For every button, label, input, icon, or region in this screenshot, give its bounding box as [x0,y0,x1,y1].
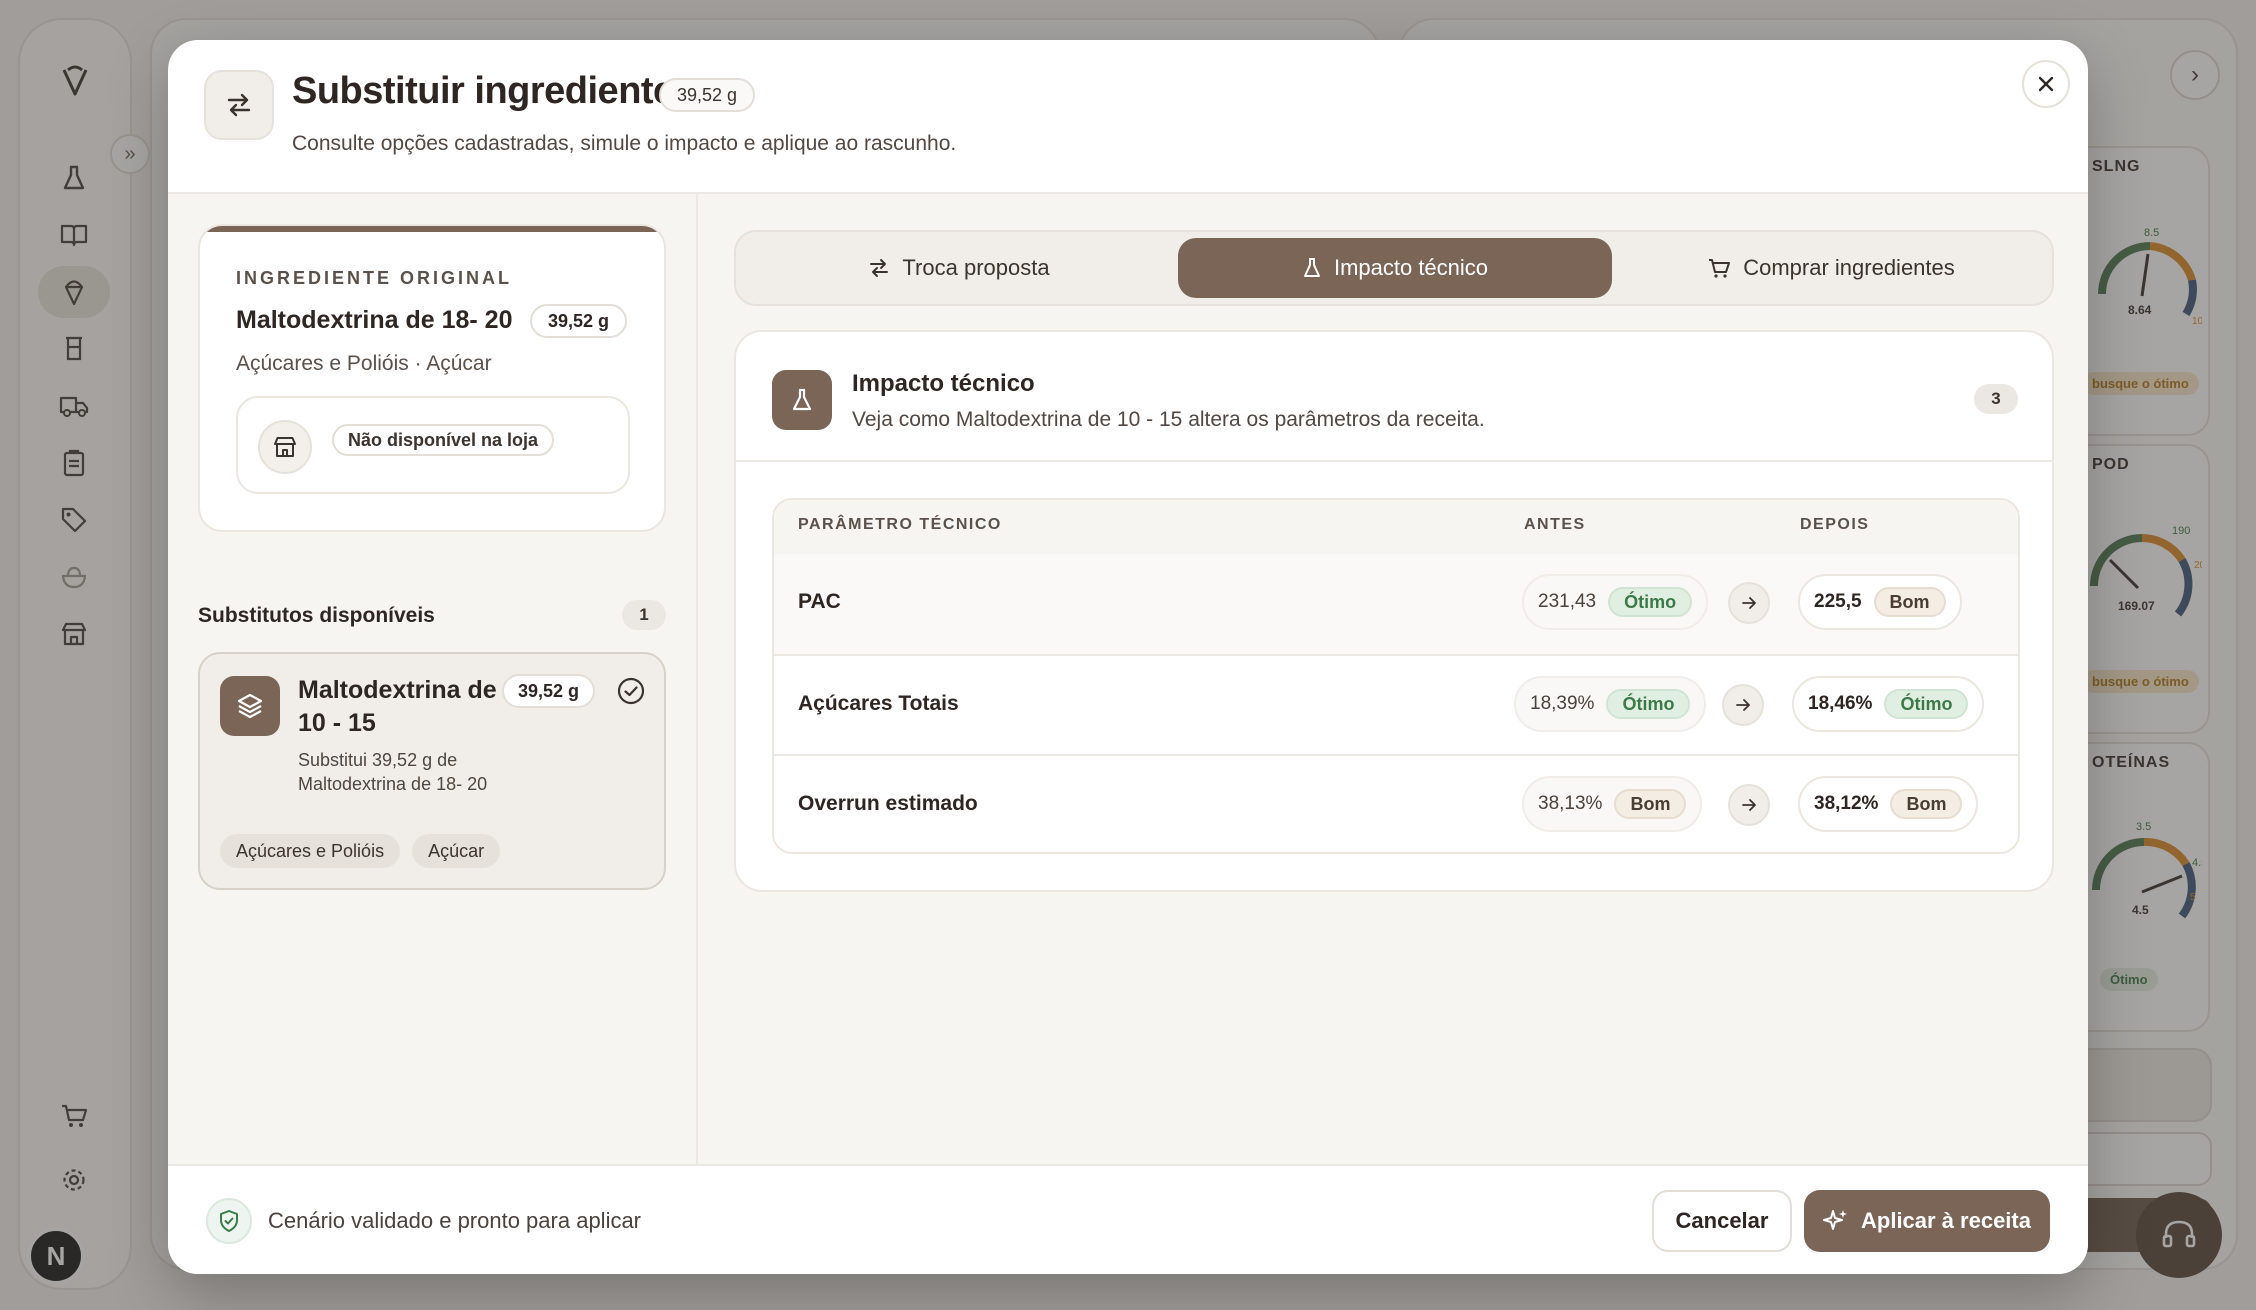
ingredient-column: INGREDIENTE ORIGINAL Maltodextrina de 18… [168,194,698,1164]
substitutes-count: 1 [622,600,666,630]
after-value: 38,12% Bom [1798,776,1979,832]
status-badge: Bom [1873,587,1946,617]
status-badge: Bom [1614,789,1687,819]
cancel-button[interactable]: Cancelar [1652,1190,1792,1252]
param-name: Overrun estimado [798,792,978,815]
modal-title: Substituir ingrediente [292,70,674,112]
value-text: 38,13% [1538,793,1603,814]
value-text: 225,5 [1814,591,1862,612]
table-row: Açúcares Totais 18,39% Ótimo 18,46% Ótim… [774,654,2018,754]
status-badge: Ótimo [1606,689,1691,719]
impact-header: Impacto técnico Veja como Maltodextrina … [736,332,2052,462]
impact-table: PARÂMETRO TÉCNICO ANTES DEPOIS PAC 231,4… [772,498,2020,854]
after-value: 18,46% Ótimo [1792,676,1985,732]
impact-subtitle: Veja como Maltodextrina de 10 - 15 alter… [852,408,1485,431]
tab-bar: Troca proposta Impacto técnico Comprar i… [734,230,2054,306]
tab-impacto-tecnico[interactable]: Impacto técnico [1178,238,1612,298]
tab-label: Comprar ingredientes [1743,255,1955,280]
store-availability: Não disponível na loja [236,396,630,494]
value-text: 18,46% [1808,693,1873,714]
value-text: 231,43 [1538,591,1597,612]
apply-button[interactable]: Aplicar à receita [1804,1190,2050,1252]
substitute-description: Substitui 39,52 g de Maltodextrina de 18… [298,750,488,794]
modal-footer: Cenário validado e pronto para aplicar C… [168,1164,2088,1274]
status-badge: Ótimo [1608,587,1693,617]
header-before: ANTES [1524,516,1586,533]
tab-label: Impacto técnico [1333,255,1489,280]
detail-column: Troca proposta Impacto técnico Comprar i… [698,194,2088,1164]
original-category: Açúcares e Polióis · Açúcar [236,352,492,375]
status-badge: Ótimo [1884,689,1969,719]
original-ingredient-card: INGREDIENTE ORIGINAL Maltodextrina de 18… [198,224,666,532]
store-status-badge: Não disponível na loja [332,424,555,456]
header-after: DEPOIS [1800,516,1870,533]
substitute-option[interactable]: Maltodextrina de 10 - 15 39,52 g Substit… [198,652,666,890]
flask-icon [772,370,832,430]
status-badge: Bom [1890,789,1963,819]
substitute-name: Maltodextrina de 10 - 15 [298,676,497,737]
original-name: Maltodextrina de 18- 20 [236,306,513,334]
param-name: Açúcares Totais [798,692,959,715]
substitutes-title: Substitutos disponíveis [198,604,435,627]
tab-troca-proposta[interactable]: Troca proposta [742,238,1176,298]
modal-header: Substituir ingrediente 39,52 g Consulte … [168,40,2088,194]
modal-subtitle: Consulte opções cadastradas, simule o im… [292,132,957,155]
table-header: PARÂMETRO TÉCNICO ANTES DEPOIS [774,500,2018,554]
substitute-tags: Açúcares e Polióis Açúcar [220,834,501,868]
layers-icon [220,676,280,736]
param-name: PAC [798,590,841,613]
tab-comprar-ingredientes[interactable]: Comprar ingredientes [1614,238,2048,298]
swap-icon [204,70,274,140]
after-value: 225,5 Bom [1798,574,1962,630]
value-text: 18,39% [1530,693,1595,714]
quantity-badge: 39,52 g [659,78,756,112]
shield-check-icon [206,1198,252,1244]
impact-card: Impacto técnico Veja como Maltodextrina … [734,330,2054,892]
impact-title: Impacto técnico [852,370,1035,397]
before-value: 38,13% Bom [1522,776,1703,832]
before-value: 231,43 Ótimo [1522,574,1709,630]
flask-icon [1303,258,1320,277]
close-button[interactable] [2022,60,2070,108]
category-tag: Açúcar [412,834,501,868]
store-icon [258,420,312,474]
validation-status: Cenário validado e pronto para aplicar [268,1208,642,1233]
cart-icon [1709,259,1731,278]
before-value: 18,39% Ótimo [1514,676,1707,732]
arrow-right-icon [1728,784,1770,826]
substitute-modal: Substituir ingrediente 39,52 g Consulte … [168,40,2088,1274]
close-icon [2038,76,2054,92]
table-row: Overrun estimado 38,13% Bom 38,12% Bom [774,754,2018,852]
category-tag: Açúcares e Polióis [220,834,401,868]
check-circle-icon [617,677,645,705]
sparkles-icon [1823,1210,1847,1230]
original-quantity: 39,52 g [530,304,628,338]
table-row: PAC 231,43 Ótimo 225,5 Bom [774,554,2018,654]
original-eyebrow: INGREDIENTE ORIGINAL [236,268,513,288]
header-param: PARÂMETRO TÉCNICO [798,516,1002,533]
arrow-right-icon [1722,684,1764,726]
tab-label: Troca proposta [902,255,1050,280]
value-text: 38,12% [1814,793,1879,814]
swap-icon [870,259,889,277]
arrow-right-icon [1728,582,1770,624]
apply-label: Aplicar à receita [1861,1208,2031,1233]
substitute-quantity: 39,52 g [502,674,596,708]
impact-count: 3 [1974,384,2018,414]
